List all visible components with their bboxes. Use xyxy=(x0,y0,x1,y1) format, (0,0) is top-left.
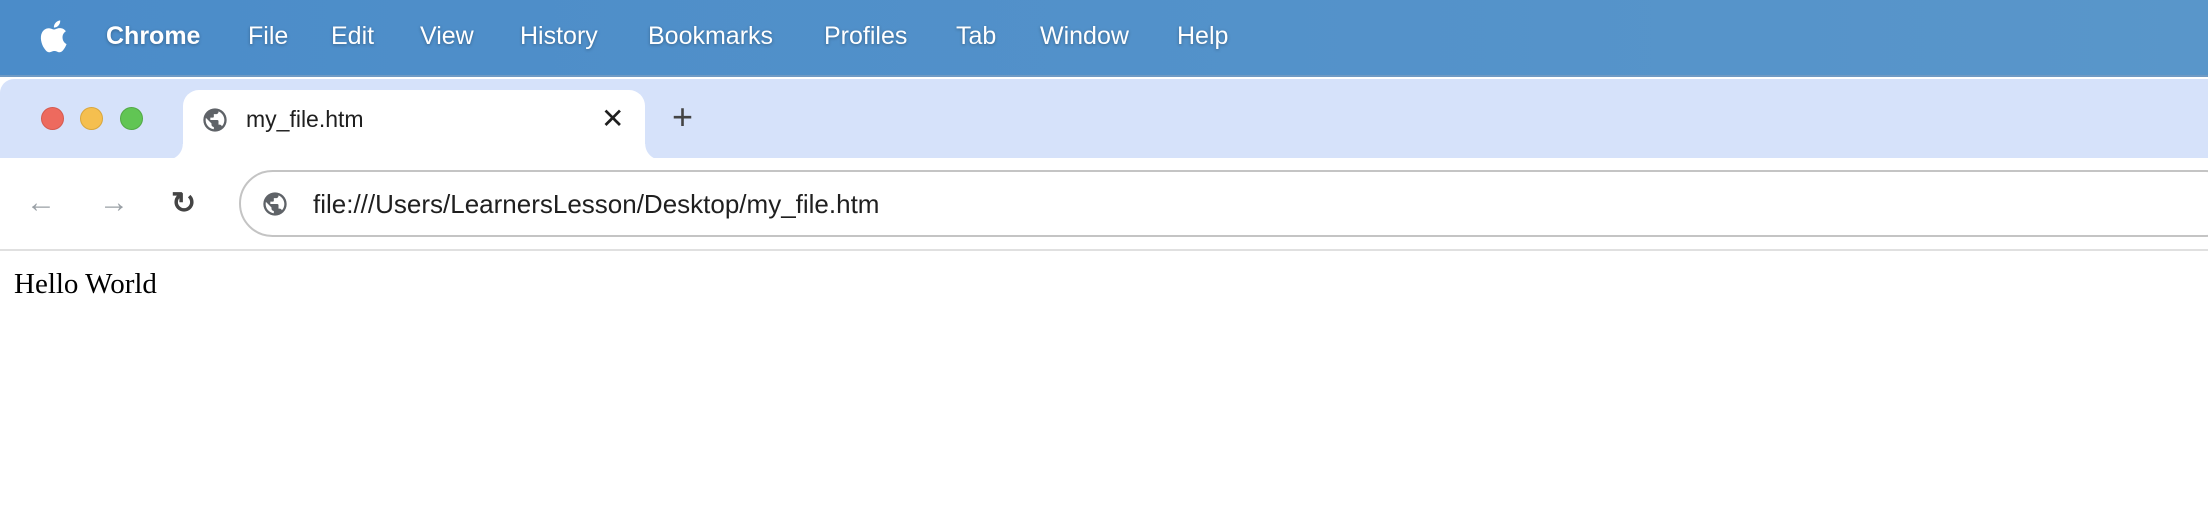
window-zoom-button[interactable] xyxy=(120,107,143,130)
menu-chrome[interactable]: Chrome xyxy=(106,22,200,51)
menu-window[interactable]: Window xyxy=(1040,22,1129,51)
menu-tab[interactable]: Tab xyxy=(956,22,996,51)
apple-menu-icon[interactable] xyxy=(38,18,68,54)
page-body-text: Hello World xyxy=(14,268,157,300)
menu-view[interactable]: View xyxy=(420,22,474,51)
macos-menu-bar: Chrome File Edit View History Bookmarks … xyxy=(0,0,2208,77)
back-button[interactable]: ← xyxy=(26,186,56,220)
address-bar[interactable]: file:///Users/LearnersLesson/Desktop/my_… xyxy=(239,170,2208,237)
new-tab-button[interactable]: + xyxy=(672,96,693,138)
window-close-button[interactable] xyxy=(41,107,64,130)
menu-bookmarks[interactable]: Bookmarks xyxy=(648,22,773,51)
forward-button[interactable]: → xyxy=(99,186,129,220)
site-info-globe-icon[interactable] xyxy=(261,190,289,218)
menu-edit[interactable]: Edit xyxy=(331,22,374,51)
window-minimize-button[interactable] xyxy=(80,107,103,130)
menu-file[interactable]: File xyxy=(248,22,288,51)
globe-icon xyxy=(203,108,227,132)
tab-my-file[interactable]: my_file.htm ✕ xyxy=(167,90,661,160)
menu-help[interactable]: Help xyxy=(1177,22,1228,51)
url-text[interactable]: file:///Users/LearnersLesson/Desktop/my_… xyxy=(313,189,879,220)
browser-toolbar: ← → ↻ file:///Users/LearnersLesson/Deskt… xyxy=(0,158,2208,251)
tab-close-button[interactable]: ✕ xyxy=(601,102,624,135)
menu-profiles[interactable]: Profiles xyxy=(824,22,907,51)
reload-button[interactable]: ↻ xyxy=(171,186,196,221)
tab-title: my_file.htm xyxy=(246,106,364,132)
menu-history[interactable]: History xyxy=(520,22,598,51)
